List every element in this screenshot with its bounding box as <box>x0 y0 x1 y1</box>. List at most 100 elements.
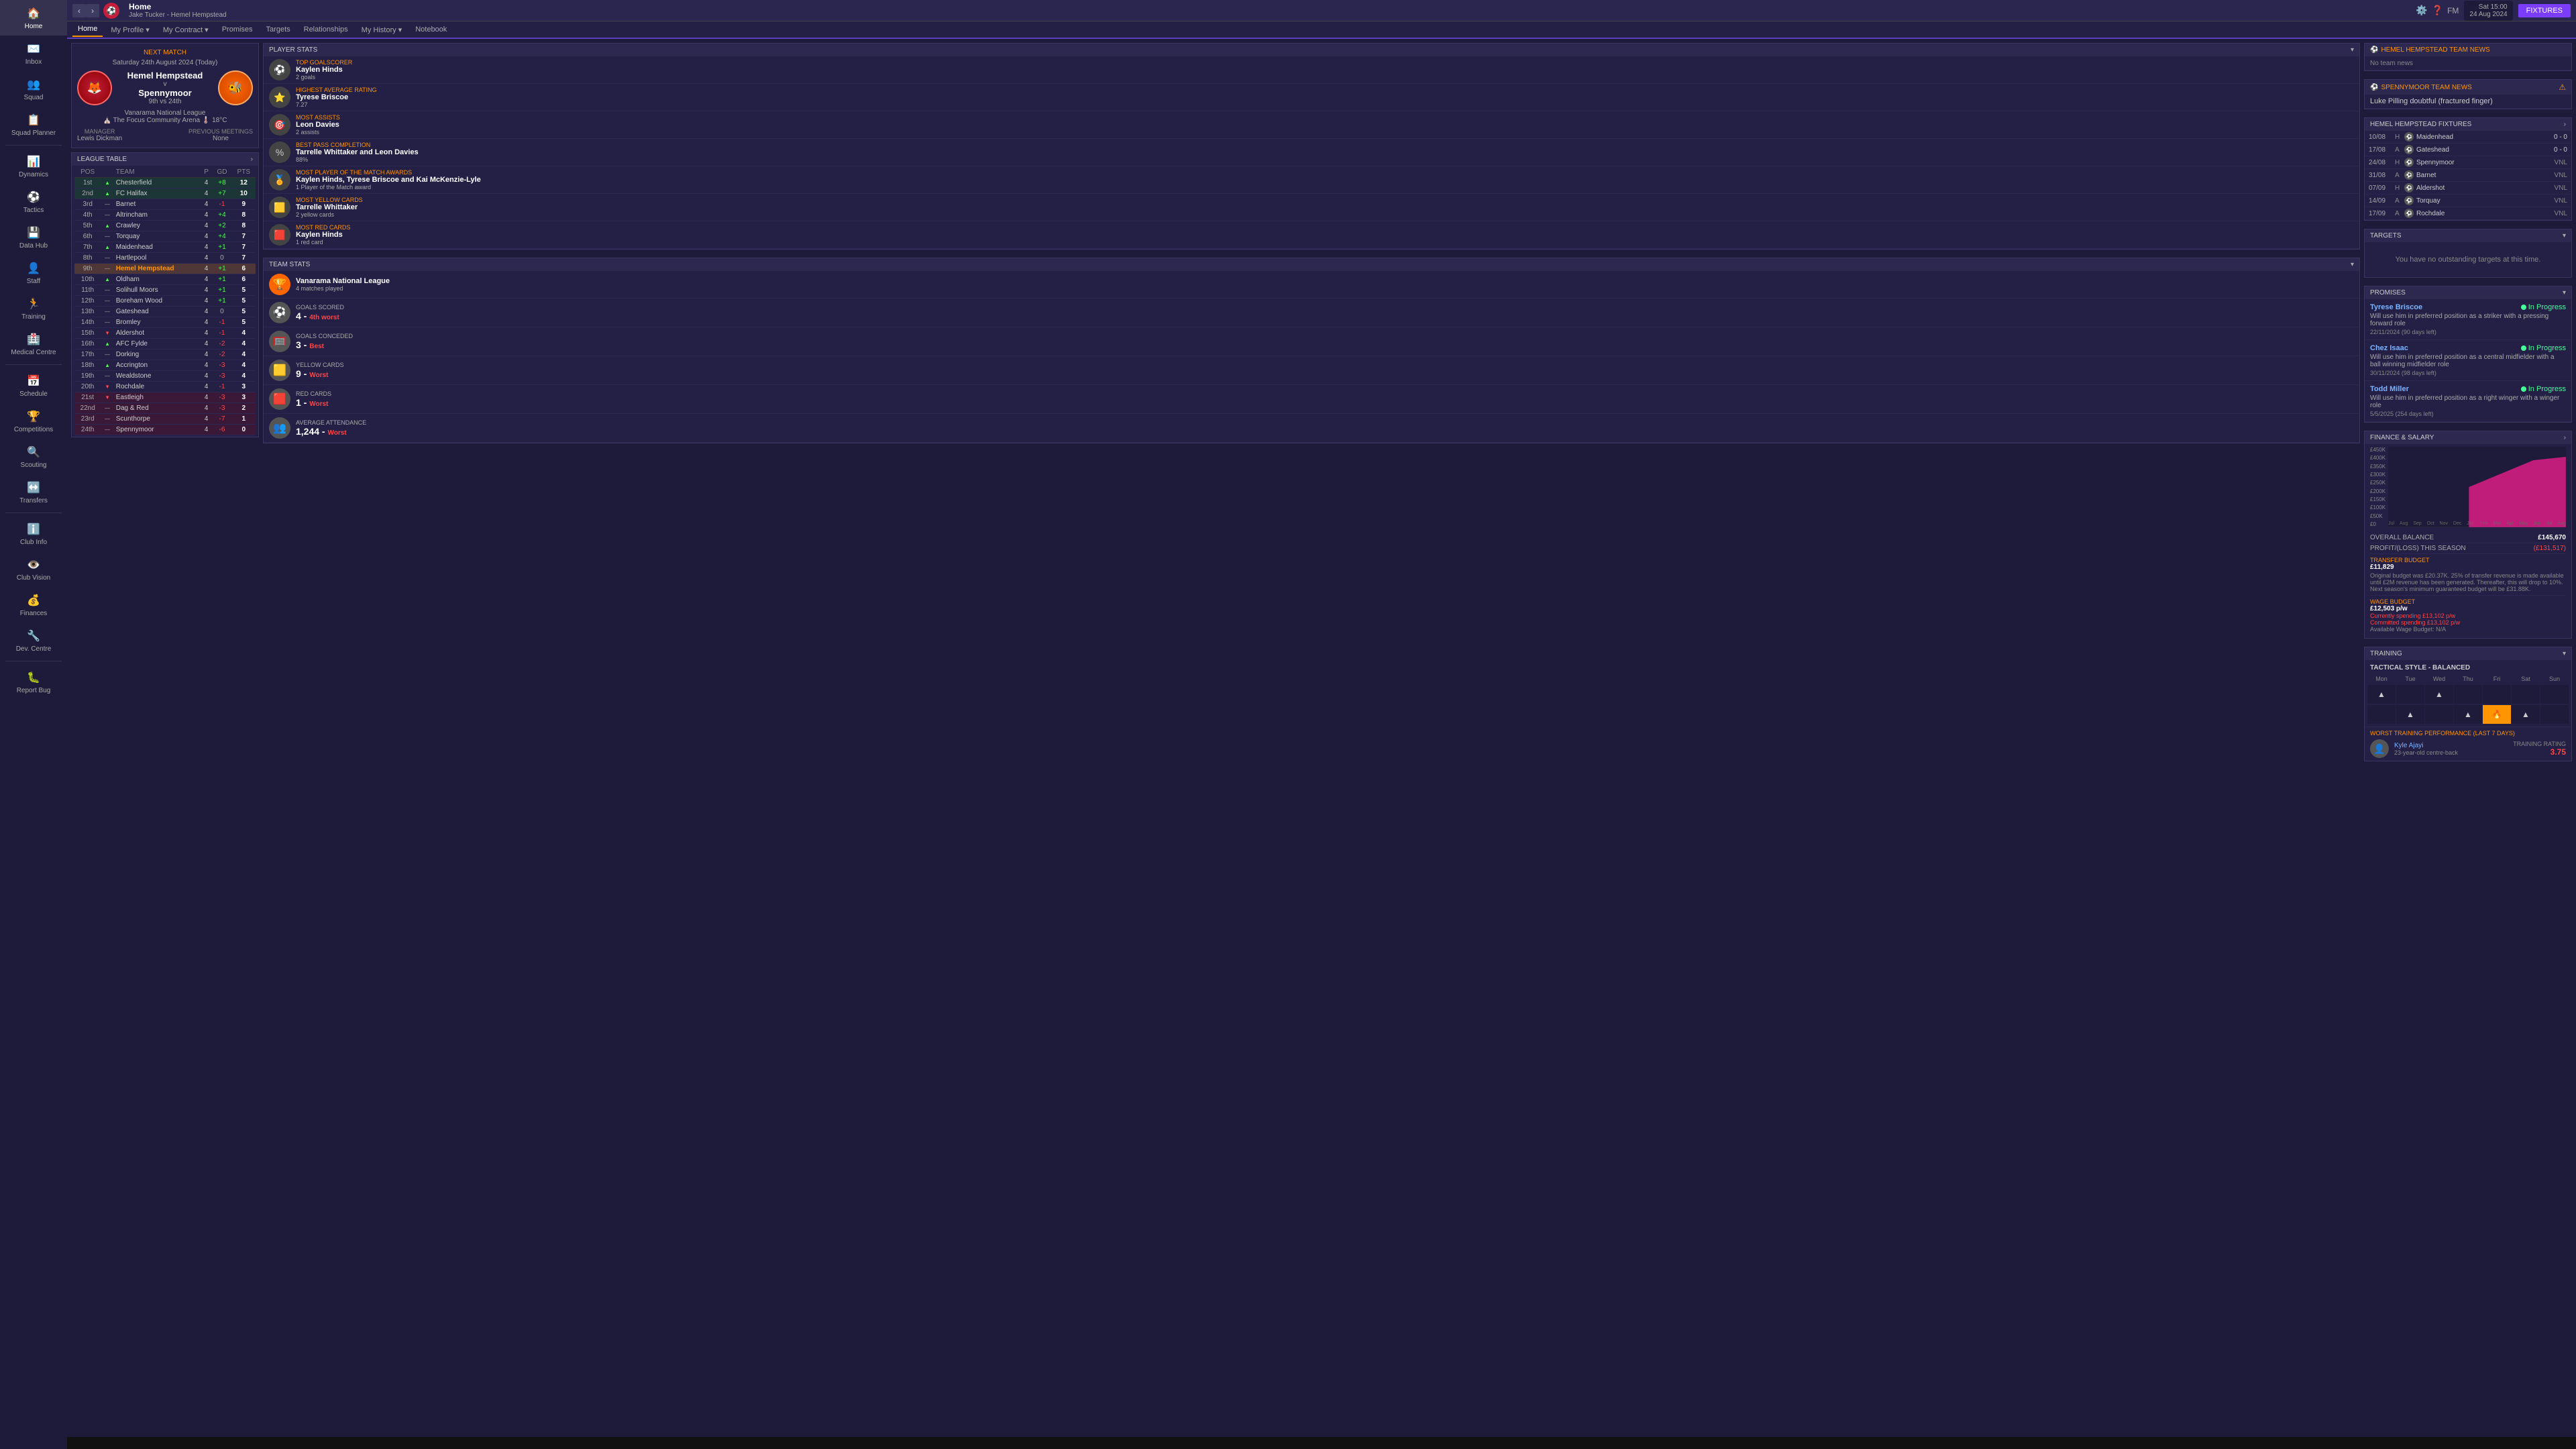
training-cell <box>2454 685 2482 704</box>
training-icon: 🏃 <box>25 296 42 312</box>
help-icon[interactable]: ❓ <box>2432 5 2443 16</box>
sidebar-item-data-hub[interactable]: 💾 Data Hub <box>0 219 67 255</box>
nav-my-contract[interactable]: My Contract ▾ <box>158 23 214 37</box>
fixture-row: 14/09 A ⚽ Torquay VNL <box>2365 195 2571 207</box>
sidebar-item-staff[interactable]: 👤 Staff <box>0 255 67 290</box>
chevron-right-icon: › <box>251 156 253 163</box>
sidebar-item-medical[interactable]: 🏥 Medical Centre <box>0 326 67 362</box>
sidebar-item-inbox[interactable]: ✉️ Inbox <box>0 36 67 71</box>
club-vision-icon: 👁️ <box>25 557 42 573</box>
promises-header[interactable]: PROMISES ▾ <box>2365 286 2571 299</box>
table-row: 20th ▼ Rochdale 4 -1 3 <box>74 382 256 392</box>
sidebar-item-competitions[interactable]: 🏆 Competitions <box>0 403 67 439</box>
team-stats-panel: TEAM STATS ▾ 🏆 Vanarama National League … <box>263 258 2360 443</box>
forward-button[interactable]: › <box>86 4 99 17</box>
nav-targets[interactable]: Targets <box>261 23 296 36</box>
club-badge: ⚽ <box>103 3 119 19</box>
team-stat-info: Yellow Cards 9 - Worst <box>296 362 344 379</box>
staff-icon: 👤 <box>25 260 42 276</box>
table-row: 7th ▲ Maidenhead 4 +1 7 <box>74 242 256 253</box>
sidebar-item-dynamics[interactable]: 📊 Dynamics <box>0 148 67 184</box>
team-stats-list: ⚽ Goals Scored 4 - 4th worst 🥅 Goals Con… <box>264 299 2359 443</box>
training-content: TACTICAL STYLE - BALANCED MonTueWedThuFr… <box>2365 660 2571 727</box>
next-match-panel: NEXT MATCH Saturday 24th August 2024 (To… <box>71 43 259 148</box>
match-meta: MANAGER Lewis Dickman PREVIOUS MEETINGS … <box>77 128 253 142</box>
fm-logo: FM <box>2447 6 2459 15</box>
training-worst-section: WORST TRAINING PERFORMANCE (LAST 7 DAYS)… <box>2365 727 2571 761</box>
sidebar-item-transfers[interactable]: ↔️ Transfers <box>0 474 67 510</box>
hemel-news-panel: ⚽ HEMEL HEMPSTEAD TEAM NEWS No team news <box>2364 43 2572 71</box>
player-stat-row: 🏅 MOST PLAYER OF THE MATCH AWARDS Kaylen… <box>264 166 2359 194</box>
team-stat-info: Goals Conceded 3 - Best <box>296 333 353 350</box>
fixtures-header[interactable]: HEMEL HEMPSTEAD FIXTURES › <box>2365 118 2571 131</box>
fixture-badge: ⚽ <box>2404 209 2414 218</box>
training-panel: TRAINING ▾ TACTICAL STYLE - BALANCED Mon… <box>2364 647 2572 761</box>
stat-icon: 🟥 <box>269 224 290 246</box>
nav-my-history[interactable]: My History ▾ <box>356 23 408 37</box>
sidebar-item-tactics[interactable]: ⚽ Tactics <box>0 184 67 219</box>
middle-column: PLAYER STATS ▾ ⚽ TOP GOALSCORER Kaylen H… <box>263 43 2360 765</box>
sidebar-item-club-info[interactable]: ℹ️ Club Info <box>0 516 67 551</box>
hemel-news-header[interactable]: ⚽ HEMEL HEMPSTEAD TEAM NEWS <box>2365 44 2571 56</box>
sidebar-item-squad[interactable]: 👥 Squad <box>0 71 67 107</box>
team-stats-header[interactable]: TEAM STATS ▾ <box>264 258 2359 271</box>
team-stats-expand-icon: ▾ <box>2351 261 2354 268</box>
sidebar-item-schedule[interactable]: 📅 Schedule <box>0 368 67 403</box>
table-row: 4th — Altrincham 4 +4 8 <box>74 210 256 221</box>
stat-icon: % <box>269 142 290 163</box>
player-stat-row: ⭐ HIGHEST AVERAGE RATING Tyrese Briscoe … <box>264 84 2359 111</box>
player-info: Kyle Ajayi 23-year-old centre-back <box>2394 742 2458 756</box>
team-stat-row: 👥 Average Attendance 1,244 - Worst <box>264 414 2359 443</box>
table-row: 18th ▲ Accrington 4 -3 4 <box>74 360 256 371</box>
finance-header[interactable]: FINANCE & SALARY › <box>2365 431 2571 444</box>
nav-notebook[interactable]: Notebook <box>410 23 452 36</box>
sidebar-item-label: Dev. Centre <box>16 645 52 653</box>
table-row: 3rd — Barnet 4 -1 9 <box>74 199 256 210</box>
training-cell <box>2367 705 2396 724</box>
spennymoor-news-icon: ⚽ <box>2370 84 2378 91</box>
team-stat-info: Red Cards 1 - Worst <box>296 390 331 408</box>
squad-planner-icon: 📋 <box>25 112 42 128</box>
team-stat-icon: 🟥 <box>269 388 290 410</box>
sidebar-item-finances[interactable]: 💰 Finances <box>0 587 67 623</box>
nav-promises[interactable]: Promises <box>217 23 258 36</box>
back-button[interactable]: ‹ <box>72 4 86 17</box>
league-table-header[interactable]: LEAGUE TABLE › <box>72 153 258 166</box>
team-stat-row: ⚽ Goals Scored 4 - 4th worst <box>264 299 2359 327</box>
stat-info: BEST PASS COMPLETION Tarrelle Whittaker … <box>296 142 419 163</box>
training-cell <box>2540 705 2569 724</box>
sidebar-item-report-bug[interactable]: 🐛 Report Bug <box>0 664 67 700</box>
fixture-row: 17/08 A ⚽ Gateshead 0 - 0 <box>2365 144 2571 156</box>
finance-transfer-budget-section: TRANSFER BUDGET £11,829 Original budget … <box>2370 554 2566 596</box>
table-row: 19th — Wealdstone 4 -3 4 <box>74 371 256 382</box>
sidebar-item-squad-planner[interactable]: 📋 Squad Planner <box>0 107 67 142</box>
sidebar-item-dev-centre[interactable]: 🔧 Dev. Centre <box>0 623 67 658</box>
sidebar-item-label: Inbox <box>25 58 42 66</box>
dynamics-icon: 📊 <box>25 154 42 170</box>
table-row: 24th — Spennymoor 4 -6 0 <box>74 425 256 435</box>
player-avatar: 👤 <box>2370 739 2389 758</box>
team-stats-league: 🏆 Vanarama National League 4 matches pla… <box>264 271 2359 299</box>
nav-relationships[interactable]: Relationships <box>299 23 354 36</box>
spennymoor-news-header[interactable]: ⚽ SPENNYMOOR TEAM NEWS ⚠ <box>2365 80 2571 95</box>
hemel-news-icon: ⚽ <box>2370 46 2378 54</box>
sidebar-item-label: Schedule <box>19 390 48 398</box>
training-cell <box>2483 685 2511 704</box>
sidebar-item-training[interactable]: 🏃 Training <box>0 290 67 326</box>
sidebar-item-scouting[interactable]: 🔍 Scouting <box>0 439 67 474</box>
table-row: 10th ▲ Oldham 4 +1 6 <box>74 274 256 285</box>
tactics-icon: ⚽ <box>25 189 42 205</box>
sidebar-item-home[interactable]: 🏠 Home <box>0 0 67 36</box>
nav-my-profile[interactable]: My Profile ▾ <box>105 23 154 37</box>
training-day-header: Fri <box>2483 674 2511 684</box>
topbar: ‹ › ⚽ Home Jake Tucker - Hemel Hempstead… <box>67 0 2576 21</box>
finance-x-labels: JulAugSepOctNovDecJanFebMarAprMayJunJulA… <box>2388 521 2566 526</box>
training-panel-header[interactable]: TRAINING ▾ <box>2365 647 2571 660</box>
fixtures-button[interactable]: FIXTURES <box>2518 4 2571 17</box>
targets-header[interactable]: TARGETS ▾ <box>2365 229 2571 242</box>
settings-icon[interactable]: ⚙️ <box>2416 5 2427 16</box>
player-stats-header[interactable]: PLAYER STATS ▾ <box>264 44 2359 56</box>
sidebar-item-club-vision[interactable]: 👁️ Club Vision <box>0 551 67 587</box>
nav-home[interactable]: Home <box>72 22 103 37</box>
training-cell <box>2396 685 2424 704</box>
